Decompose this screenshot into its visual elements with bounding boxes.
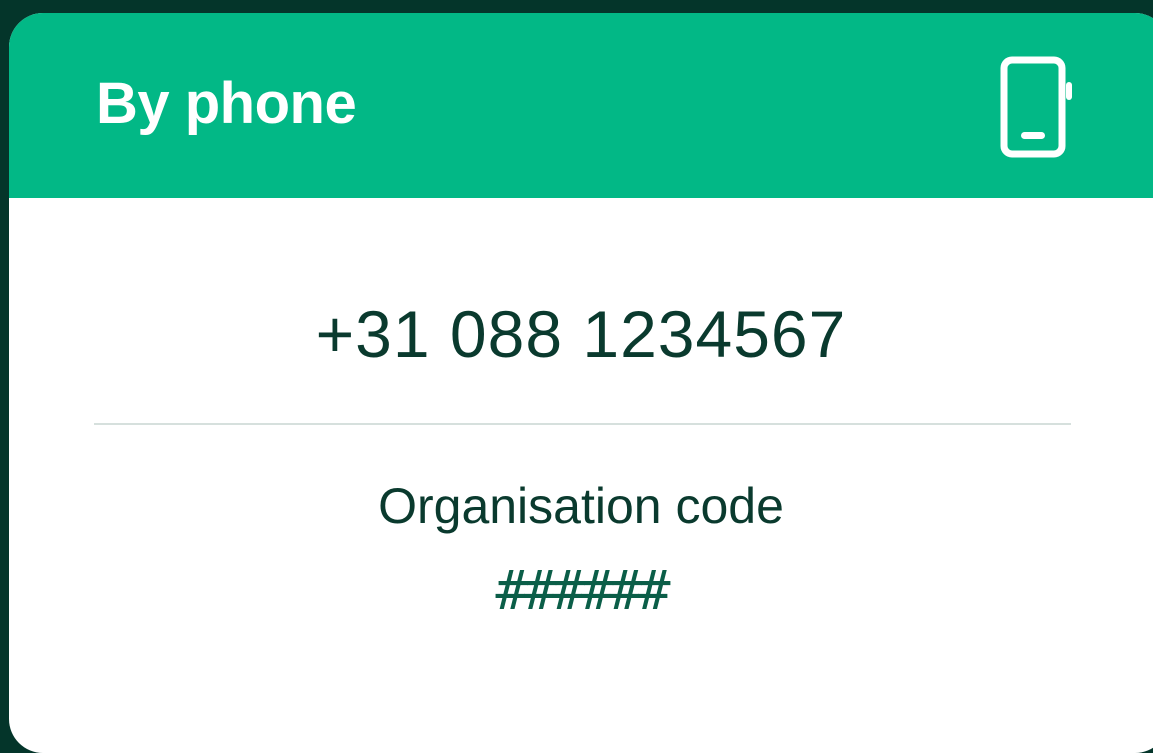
phone-number[interactable]: +31 088 1234567 [9, 301, 1153, 367]
organisation-code-value: ###### [495, 559, 670, 622]
contact-by-phone-card: By phone +31 088 1234567 Organisation co… [9, 13, 1153, 753]
organisation-code-label: Organisation code [378, 478, 784, 534]
smartphone-icon [1000, 56, 1072, 158]
card-header: By phone [9, 13, 1153, 198]
divider [94, 423, 1071, 425]
card-title: By phone [96, 71, 357, 136]
